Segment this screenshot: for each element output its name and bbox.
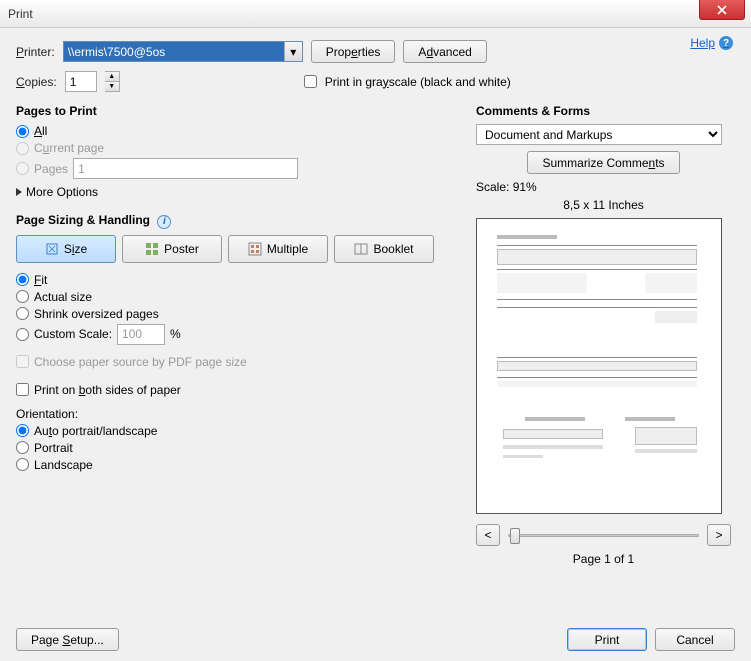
orientation-label: Orientation: — [16, 407, 456, 421]
page-slider[interactable] — [508, 524, 699, 546]
auto-orientation-label: Auto portrait/landscape — [34, 424, 157, 438]
sizing-title: Page Sizing & Handling i — [16, 213, 456, 229]
spinner-down-icon[interactable]: ▼ — [105, 82, 119, 91]
comments-forms-title: Comments & Forms — [476, 104, 731, 118]
help-icon: ? — [719, 36, 733, 50]
page-indicator: Page 1 of 1 — [476, 552, 731, 566]
actual-size-label: Actual size — [34, 290, 92, 304]
custom-scale-input — [117, 324, 165, 345]
poster-icon — [145, 242, 159, 256]
print-button[interactable]: Print — [567, 628, 647, 651]
advanced-button[interactable]: Advanced — [403, 40, 486, 63]
help-link[interactable]: Help ? — [690, 36, 733, 50]
choose-paper-label: Choose paper source by PDF page size — [34, 355, 247, 369]
poster-button[interactable]: Poster — [122, 235, 222, 263]
auto-orientation-radio[interactable] — [16, 424, 29, 437]
size-icon — [45, 242, 59, 256]
both-sides-checkbox[interactable] — [16, 383, 29, 396]
next-page-button[interactable]: > — [707, 524, 731, 546]
copies-label: Copies: — [16, 75, 57, 89]
choose-paper-checkbox — [16, 355, 29, 368]
fit-label: Fit — [34, 273, 47, 287]
both-sides-label: Print on both sides of paper — [34, 383, 181, 397]
shrink-label: Shrink oversized pages — [34, 307, 159, 321]
page-setup-button[interactable]: Page Setup... — [16, 628, 119, 651]
properties-button[interactable]: Properties — [311, 40, 396, 63]
all-radio[interactable] — [16, 125, 29, 138]
multiple-button[interactable]: Multiple — [228, 235, 328, 263]
landscape-radio[interactable] — [16, 458, 29, 471]
booklet-label: Booklet — [373, 242, 413, 256]
booklet-button[interactable]: Booklet — [334, 235, 434, 263]
landscape-label: Landscape — [34, 458, 93, 472]
triangle-right-icon — [16, 188, 22, 196]
custom-scale-label: Custom Scale: — [34, 327, 112, 341]
poster-label: Poster — [164, 242, 199, 256]
chevron-left-icon: < — [484, 528, 491, 542]
titlebar: Print — [0, 0, 751, 28]
grayscale-checkbox[interactable] — [304, 75, 317, 88]
more-options-toggle[interactable]: More Options — [16, 185, 456, 199]
custom-scale-pct: % — [170, 327, 181, 341]
actual-size-radio[interactable] — [16, 290, 29, 303]
close-button[interactable] — [699, 0, 745, 20]
summarize-comments-button[interactable]: Summarize Comments — [527, 151, 679, 174]
shrink-radio[interactable] — [16, 307, 29, 320]
preview-box — [476, 218, 722, 514]
scale-label: Scale: — [476, 180, 509, 194]
comments-select[interactable]: Document and Markups — [476, 124, 722, 145]
current-page-radio — [16, 142, 29, 155]
multiple-label: Multiple — [267, 242, 308, 256]
spinner-up-icon[interactable]: ▲ — [105, 72, 119, 82]
slider-thumb[interactable] — [510, 528, 520, 544]
window-title: Print — [8, 7, 33, 21]
copies-spinner[interactable]: ▲ ▼ — [105, 71, 120, 92]
pages-label: Pages — [34, 162, 68, 176]
pages-input — [73, 158, 298, 179]
prev-page-button[interactable]: < — [476, 524, 500, 546]
portrait-label: Portrait — [34, 441, 73, 455]
printer-label: Printer: — [16, 45, 55, 59]
preview-page — [485, 227, 713, 505]
booklet-icon — [354, 242, 368, 256]
slider-rail — [508, 534, 699, 537]
current-page-label: Current page — [34, 141, 104, 155]
size-button[interactable]: Size — [16, 235, 116, 263]
help-label: Help — [690, 36, 715, 50]
fit-radio[interactable] — [16, 273, 29, 286]
all-label: All — [34, 124, 47, 138]
custom-scale-radio[interactable] — [16, 328, 29, 341]
info-icon[interactable]: i — [157, 215, 171, 229]
close-icon — [717, 5, 727, 15]
preview-dimensions: 8,5 x 11 Inches — [476, 198, 731, 212]
printer-select[interactable]: \\ermis\7500@5os — [63, 41, 303, 62]
pages-to-print-title: Pages to Print — [16, 104, 456, 118]
grayscale-label: Print in grayscale (black and white) — [325, 75, 511, 89]
pages-radio — [16, 162, 29, 175]
multiple-icon — [248, 242, 262, 256]
copies-input[interactable] — [65, 71, 97, 92]
more-options-label: More Options — [26, 185, 98, 199]
size-label: Size — [64, 242, 87, 256]
cancel-button[interactable]: Cancel — [655, 628, 735, 651]
chevron-right-icon: > — [715, 528, 722, 542]
portrait-radio[interactable] — [16, 441, 29, 454]
scale-value: 91% — [513, 180, 537, 194]
